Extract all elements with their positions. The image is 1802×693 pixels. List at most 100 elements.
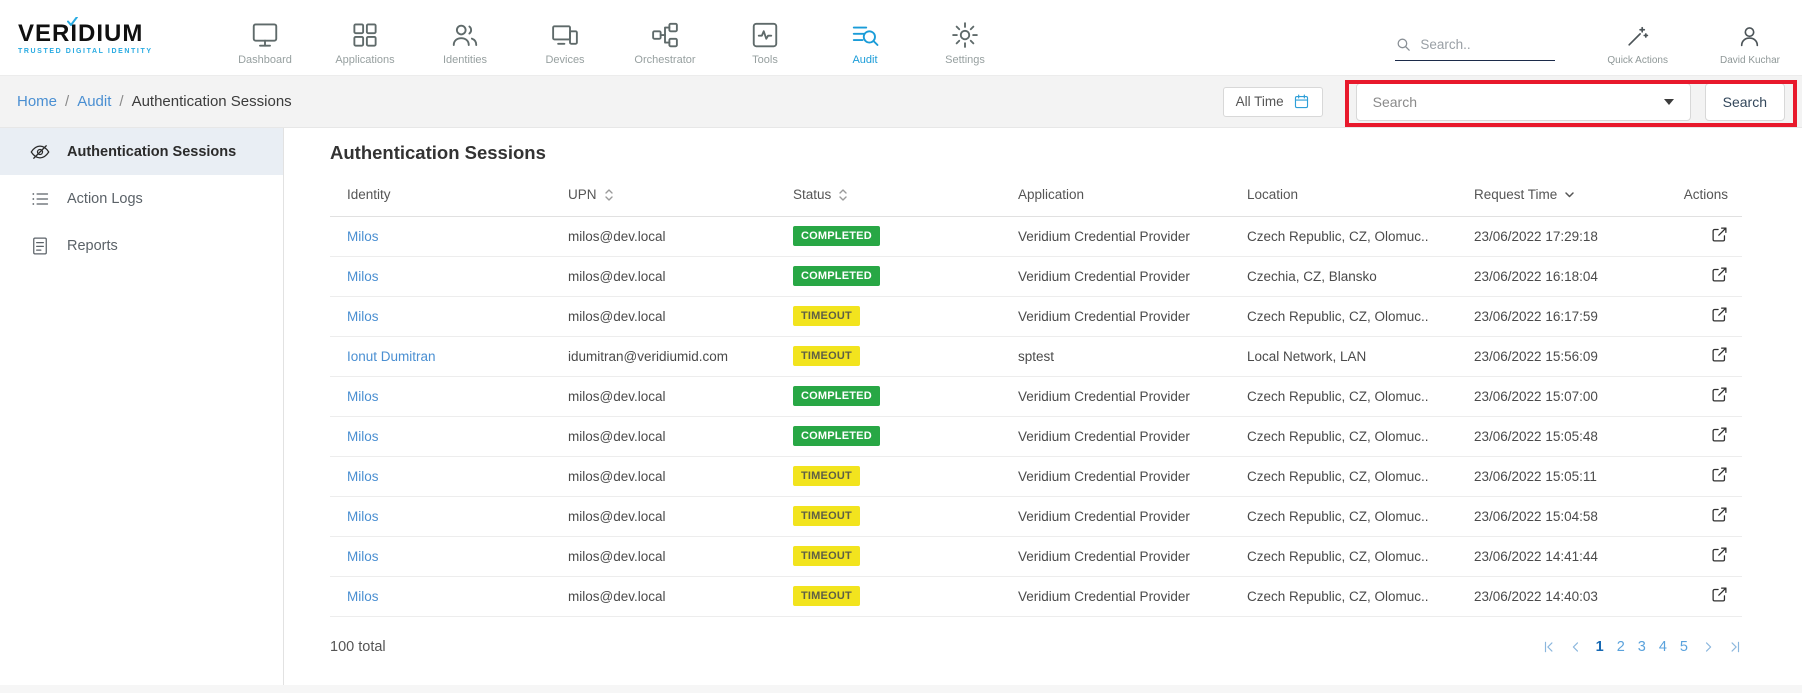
identity-link[interactable]: Milos xyxy=(347,389,379,404)
session-details-icon[interactable] xyxy=(1711,466,1728,483)
veridium-logo[interactable]: VERIDIUM TRUSTED DIGITAL IDENTITY xyxy=(18,21,203,55)
quick-actions-label: Quick Actions xyxy=(1607,55,1668,66)
nav-label: Dashboard xyxy=(238,54,292,66)
sidebar: Authentication Sessions Action Logs Repo… xyxy=(0,128,284,685)
main-panel: Authentication Sessions Identity UPN xyxy=(284,128,1802,685)
search-button[interactable]: Search xyxy=(1705,83,1785,121)
application-cell: Veridium Credential Provider xyxy=(1001,576,1230,616)
table-footer: 100 total 12345 xyxy=(330,639,1742,655)
application-cell: Veridium Credential Provider xyxy=(1001,496,1230,536)
status-badge: COMPLETED xyxy=(793,226,880,246)
nav-item-devices[interactable]: Devices xyxy=(515,10,615,66)
search-icon xyxy=(1395,36,1412,53)
table-row: Milos milos@dev.local COMPLETED Veridium… xyxy=(330,376,1742,416)
table-header-row: Identity UPN Status xyxy=(330,174,1742,216)
sidebar-item-action-logs[interactable]: Action Logs xyxy=(0,175,283,222)
pagination-prev-button[interactable] xyxy=(1569,640,1583,654)
sidebar-item-reports[interactable]: Reports xyxy=(0,222,283,269)
nav-item-audit[interactable]: Audit xyxy=(815,10,915,66)
pagination-page-2[interactable]: 2 xyxy=(1617,639,1625,655)
table-row: Milos milos@dev.local COMPLETED Veridium… xyxy=(330,416,1742,456)
pagination-first-button[interactable] xyxy=(1542,640,1556,654)
application-cell: Veridium Credential Provider xyxy=(1001,376,1230,416)
session-details-icon[interactable] xyxy=(1711,306,1728,323)
column-header-status[interactable]: Status xyxy=(776,174,1001,216)
nav-item-dashboard[interactable]: Dashboard xyxy=(215,10,315,66)
nav-item-identities[interactable]: Identities xyxy=(415,10,515,66)
top-navigation-bar: VERIDIUM TRUSTED DIGITAL IDENTITY Dashbo… xyxy=(0,0,1802,76)
brand-name: VERIDIUM xyxy=(18,21,203,47)
session-details-icon[interactable] xyxy=(1711,546,1728,563)
sidebar-item-label: Authentication Sessions xyxy=(67,144,236,160)
table-row: Milos milos@dev.local TIMEOUT Veridium C… xyxy=(330,296,1742,336)
page: VERIDIUM TRUSTED DIGITAL IDENTITY Dashbo… xyxy=(0,0,1802,685)
pagination-page-4[interactable]: 4 xyxy=(1659,639,1667,655)
pagination-last-button[interactable] xyxy=(1728,640,1742,654)
pagination-page-1[interactable]: 1 xyxy=(1596,639,1604,655)
session-details-icon[interactable] xyxy=(1711,266,1728,283)
location-cell: Czech Republic, CZ, Olomuc.. xyxy=(1230,376,1457,416)
nav-item-applications[interactable]: Applications xyxy=(315,10,415,66)
search-type-dropdown[interactable]: Search xyxy=(1356,83,1691,121)
global-search-input[interactable] xyxy=(1420,37,1540,52)
breadcrumb-audit[interactable]: Audit xyxy=(77,93,111,110)
nav-label: Identities xyxy=(443,54,487,66)
identity-link[interactable]: Milos xyxy=(347,509,379,524)
pagination-page-3[interactable]: 3 xyxy=(1638,639,1646,655)
request-time-cell: 23/06/2022 15:56:09 xyxy=(1457,336,1657,376)
identity-link[interactable]: Milos xyxy=(347,469,379,484)
time-filter-button[interactable]: All Time xyxy=(1223,87,1323,117)
status-badge: COMPLETED xyxy=(793,426,880,446)
table-row: Milos milos@dev.local TIMEOUT Veridium C… xyxy=(330,576,1742,616)
identity-link[interactable]: Milos xyxy=(347,269,379,284)
status-badge: COMPLETED xyxy=(793,266,880,286)
nav-label: Applications xyxy=(335,54,394,66)
application-cell: Veridium Credential Provider xyxy=(1001,216,1230,256)
session-details-icon[interactable] xyxy=(1711,386,1728,403)
session-details-icon[interactable] xyxy=(1711,426,1728,443)
user-name-label: David Kuchar xyxy=(1720,55,1780,66)
breadcrumb: Home / Audit / Authentication Sessions xyxy=(17,93,292,110)
upn-cell: milos@dev.local xyxy=(551,216,776,256)
brand-tagline: TRUSTED DIGITAL IDENTITY xyxy=(18,48,203,55)
location-cell: Czech Republic, CZ, Olomuc.. xyxy=(1230,216,1457,256)
location-cell: Czechia, CZ, Blansko xyxy=(1230,256,1457,296)
location-cell: Czech Republic, CZ, Olomuc.. xyxy=(1230,296,1457,336)
dashboard-icon xyxy=(250,20,280,50)
column-header-location: Location xyxy=(1230,174,1457,216)
session-details-icon[interactable] xyxy=(1711,586,1728,603)
application-cell: Veridium Credential Provider xyxy=(1001,536,1230,576)
identity-link[interactable]: Milos xyxy=(347,429,379,444)
upn-cell: idumitran@veridiumid.com xyxy=(551,336,776,376)
nav-item-settings[interactable]: Settings xyxy=(915,10,1015,66)
identity-link[interactable]: Milos xyxy=(347,589,379,604)
column-header-identity: Identity xyxy=(330,174,551,216)
session-details-icon[interactable] xyxy=(1711,346,1728,363)
nav-item-orchestrator[interactable]: Orchestrator xyxy=(615,10,715,66)
time-filter-label: All Time xyxy=(1236,94,1284,109)
breadcrumb-separator: / xyxy=(119,93,123,110)
identities-icon xyxy=(450,20,480,50)
pagination-page-5[interactable]: 5 xyxy=(1680,639,1688,655)
upn-cell: milos@dev.local xyxy=(551,536,776,576)
identity-link[interactable]: Ionut Dumitran xyxy=(347,349,436,364)
session-details-icon[interactable] xyxy=(1711,226,1728,243)
request-time-cell: 23/06/2022 16:18:04 xyxy=(1457,256,1657,296)
tools-icon xyxy=(750,20,780,50)
identity-link[interactable]: Milos xyxy=(347,309,379,324)
user-menu[interactable]: David Kuchar xyxy=(1720,24,1780,66)
nav-item-tools[interactable]: Tools xyxy=(715,10,815,66)
identity-link[interactable]: Milos xyxy=(347,549,379,564)
quick-actions-wand-icon xyxy=(1625,24,1650,49)
pagination-next-button[interactable] xyxy=(1701,640,1715,654)
session-details-icon[interactable] xyxy=(1711,506,1728,523)
calendar-icon xyxy=(1293,93,1310,110)
quick-actions-button[interactable]: Quick Actions xyxy=(1607,24,1668,66)
upn-cell: milos@dev.local xyxy=(551,576,776,616)
location-cell: Czech Republic, CZ, Olomuc.. xyxy=(1230,536,1457,576)
identity-link[interactable]: Milos xyxy=(347,229,379,244)
breadcrumb-home[interactable]: Home xyxy=(17,93,57,110)
column-header-upn[interactable]: UPN xyxy=(551,174,776,216)
sidebar-item-authentication-sessions[interactable]: Authentication Sessions xyxy=(0,128,283,175)
column-header-request-time[interactable]: Request Time xyxy=(1457,174,1657,216)
